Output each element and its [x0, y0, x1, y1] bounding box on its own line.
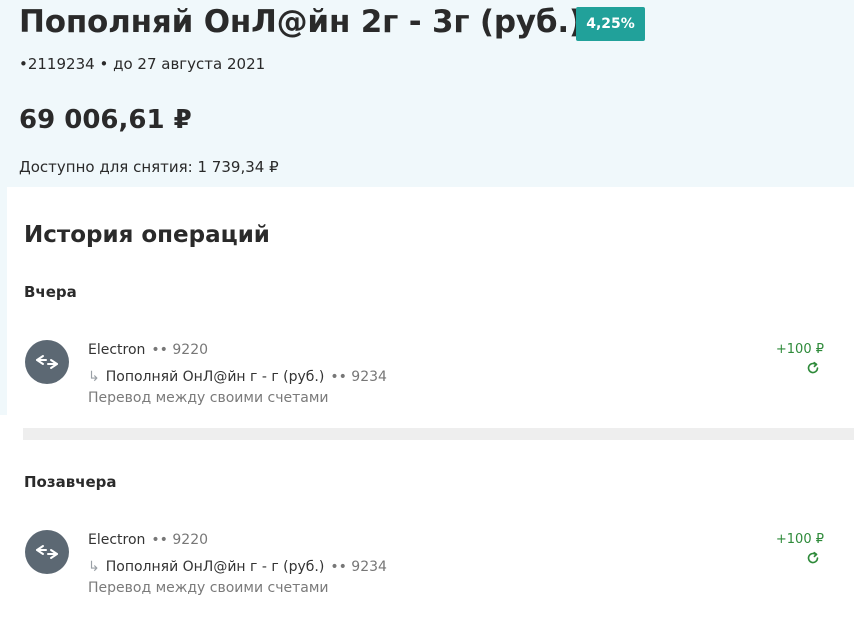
- account-balance: 69 006,61 ₽: [19, 105, 192, 135]
- account-term: до 27 августа 2021: [113, 55, 266, 73]
- operation-destination: ↳ Пополняй ОнЛ@йн г - г (руб.) •• 9234: [88, 559, 387, 575]
- available-for-withdrawal: Доступно для снятия: 1 739,34 ₽: [19, 158, 279, 176]
- destination-mask: •• 9234: [330, 559, 387, 575]
- transfer-arrows-icon: [25, 340, 69, 384]
- repeat-icon[interactable]: [806, 551, 820, 565]
- group-divider: [23, 428, 854, 440]
- destination-arrow-icon: ↳: [88, 559, 100, 575]
- source-name: Electron: [88, 532, 146, 548]
- available-value: 1 739,34 ₽: [197, 158, 279, 176]
- operation-row[interactable]: Electron •• 9220 ↳ Пополняй ОнЛ@йн г - г (…: [24, 335, 834, 411]
- day-label-day-before-yesterday: Позавчера: [24, 473, 117, 491]
- source-name: Electron: [88, 342, 146, 358]
- destination-arrow-icon: ↳: [88, 369, 100, 385]
- history-title: История операций: [24, 222, 270, 248]
- destination-name: Пополняй ОнЛ@йн г - г (руб.): [105, 559, 325, 575]
- operation-amount: +100 ₽: [775, 532, 824, 547]
- subline-separator: •: [99, 55, 109, 73]
- operation-description: Перевод между своими счетами: [88, 390, 329, 406]
- header-edge-strip: [0, 187, 7, 415]
- operation-source: Electron •• 9220: [88, 532, 208, 548]
- transfer-arrows-icon-svg: [36, 355, 58, 369]
- account-header: Пополняй ОнЛ@йн 2г - 3г (руб.) 4,25% •21…: [0, 0, 854, 187]
- operation-amount: +100 ₽: [775, 342, 824, 357]
- available-label: Доступно для снятия:: [19, 158, 193, 176]
- destination-name: Пополняй ОнЛ@йн г - г (руб.): [105, 369, 325, 385]
- rate-badge: 4,25%: [576, 7, 645, 41]
- repeat-icon[interactable]: [806, 361, 820, 375]
- operation-description: Перевод между своими счетами: [88, 580, 329, 596]
- account-number: •2119234: [19, 55, 95, 73]
- day-label-yesterday: Вчера: [24, 283, 77, 301]
- transfer-arrows-icon-svg: [36, 545, 58, 559]
- destination-mask: •• 9234: [330, 369, 387, 385]
- account-subline: •2119234 • до 27 августа 2021: [19, 55, 265, 73]
- transfer-arrows-icon: [25, 530, 69, 574]
- operation-destination: ↳ Пополняй ОнЛ@йн г - г (руб.) •• 9234: [88, 369, 387, 385]
- operation-source: Electron •• 9220: [88, 342, 208, 358]
- operation-row[interactable]: Electron •• 9220 ↳ Пополняй ОнЛ@йн г - г (…: [24, 525, 834, 601]
- account-title: Пополняй ОнЛ@йн 2г - 3г (руб.): [19, 4, 583, 40]
- source-mask: •• 9220: [151, 342, 209, 358]
- source-mask: •• 9220: [151, 532, 209, 548]
